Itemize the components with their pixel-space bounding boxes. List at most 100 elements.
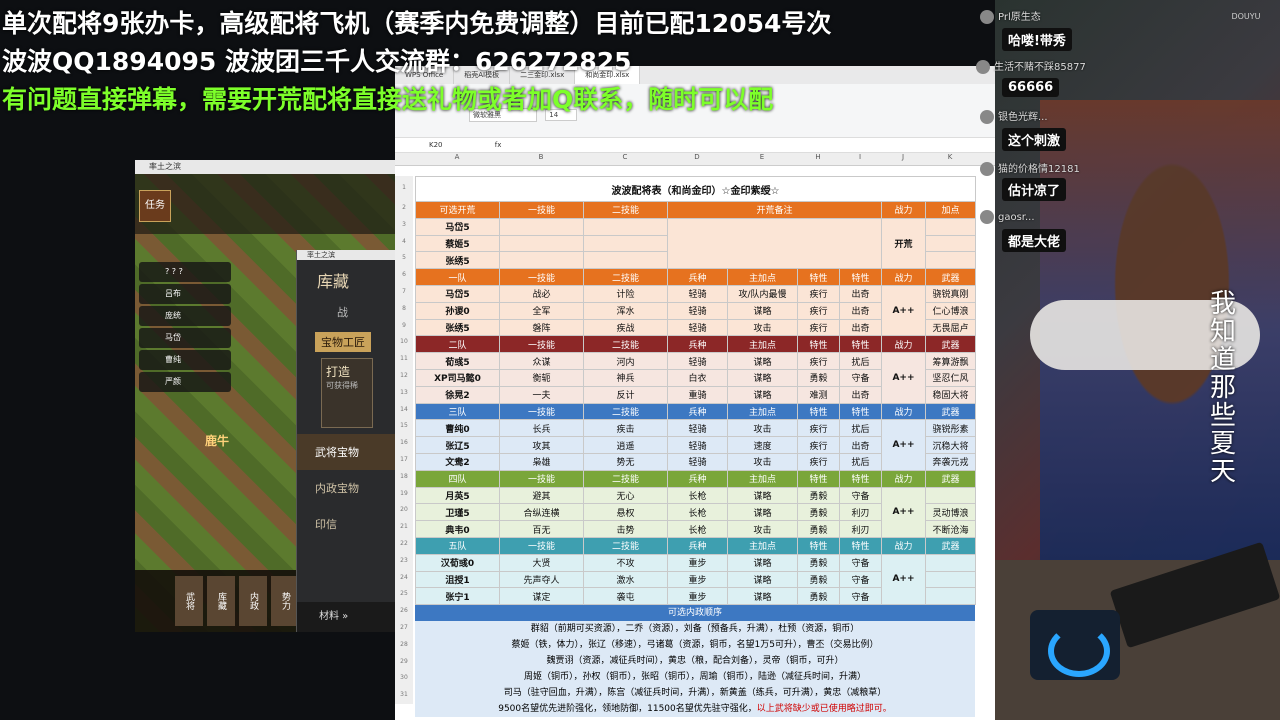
table-row[interactable]: 曹纯0 长兵 疾击 轻骑 攻击 疾行 扰后 A++ 骁锐彤素: [415, 419, 976, 471]
forge-box[interactable]: 打造 可获得稀: [321, 358, 373, 428]
table-cell[interactable]: 疾行: [797, 436, 840, 454]
table-cell[interactable]: 一夫: [499, 385, 584, 404]
table-cell[interactable]: 利刃: [839, 520, 882, 538]
header-cell[interactable]: 特性: [797, 536, 840, 555]
table-cell[interactable]: 疾行: [797, 301, 840, 320]
row-number[interactable]: 31: [395, 687, 413, 704]
header-cell[interactable]: 主加点: [727, 402, 798, 421]
col-letter[interactable]: H: [797, 153, 839, 165]
header-cell[interactable]: 特性: [839, 469, 882, 488]
table-cell[interactable]: 速度: [727, 436, 798, 454]
header-cell[interactable]: 二技能: [583, 335, 668, 354]
table-cell[interactable]: 张辽5: [415, 436, 500, 454]
table-cell[interactable]: 仁心博浪: [925, 301, 976, 320]
row-number[interactable]: 21: [395, 519, 413, 536]
table-cell[interactable]: 战必: [499, 284, 584, 303]
table-cell[interactable]: 荀彧5: [415, 352, 500, 370]
table-cell[interactable]: 勇毅: [797, 570, 840, 589]
row-number[interactable]: 30: [395, 670, 413, 688]
row-number[interactable]: 17: [395, 452, 413, 469]
table-cell[interactable]: 出奇: [839, 318, 882, 337]
table-cell[interactable]: 出奇: [839, 284, 882, 303]
row-number[interactable]: 7: [395, 284, 413, 301]
header-cell[interactable]: 一技能: [499, 469, 584, 488]
row-number[interactable]: 5: [395, 250, 413, 268]
col-letter[interactable]: D: [667, 153, 727, 165]
bottom-power-button[interactable]: 势力: [271, 576, 299, 626]
header-cell[interactable]: 主加点: [727, 469, 798, 488]
formula-bar[interactable]: K20 fx: [395, 138, 997, 153]
table-cell[interactable]: 谋略: [727, 352, 798, 370]
table-cell[interactable]: 长兵: [499, 419, 584, 438]
row-number[interactable]: 3: [395, 216, 413, 234]
header-cell[interactable]: 战力: [881, 268, 926, 286]
table-cell[interactable]: 谋略: [727, 553, 798, 572]
col-letter[interactable]: A: [415, 153, 499, 165]
power-cell[interactable]: A++: [881, 486, 926, 538]
table-cell[interactable]: 神兵: [583, 368, 668, 387]
table-cell[interactable]: 奔袭元戎: [925, 452, 976, 471]
table-cell[interactable]: 势无: [583, 452, 668, 471]
order-line[interactable]: 魏贾诩（资源，减征兵时间），黄忠（粮，配合刘备），灵帝（铜币，可升）: [415, 653, 975, 669]
table-cell[interactable]: 骁锐真刚: [925, 284, 976, 303]
sheet-title[interactable]: 波波配将表（和尚金印）☆金印紫绶☆: [415, 176, 976, 202]
table-cell[interactable]: 谋略: [727, 570, 798, 589]
header-cell[interactable]: 战力: [881, 536, 926, 555]
table-cell[interactable]: 攻击: [727, 452, 798, 471]
col-letter[interactable]: K: [925, 153, 975, 165]
table-cell[interactable]: 张宁1: [415, 587, 500, 606]
sidebar-item[interactable]: 曹纯: [139, 350, 231, 370]
header-cell[interactable]: 一技能: [499, 402, 584, 421]
row-number[interactable]: 27: [395, 620, 413, 637]
table-cell[interactable]: 疾行: [797, 318, 840, 337]
team-header-name[interactable]: 三队: [415, 402, 500, 421]
row-number[interactable]: 6: [395, 267, 413, 284]
table-cell[interactable]: 全军: [499, 301, 584, 320]
row-number[interactable]: 26: [395, 603, 413, 620]
table-cell[interactable]: 月英5: [415, 486, 500, 505]
row-number[interactable]: 12: [395, 368, 413, 385]
table-cell[interactable]: 激水: [583, 570, 668, 589]
table-cell[interactable]: 守备: [839, 553, 882, 572]
power-cell[interactable]: A++: [881, 553, 926, 606]
header-cell[interactable]: 一技能: [499, 536, 584, 555]
order-line[interactable]: 群貂（前期可买资源），二乔（资源），刘备（预备兵，升满），杜预（资源，铜币）: [415, 621, 975, 637]
table-cell[interactable]: 长枪: [667, 520, 728, 538]
task-button[interactable]: 任务: [139, 190, 171, 222]
menu-politics-treasure[interactable]: 内政宝物: [297, 470, 397, 506]
header-cell[interactable]: 战力: [881, 335, 926, 354]
table-cell[interactable]: 守备: [839, 486, 882, 505]
table-cell[interactable]: 轻骑: [667, 318, 728, 337]
header-cell[interactable]: 主加点: [727, 536, 798, 555]
table-cell[interactable]: 疾行: [797, 284, 840, 303]
table-cell[interactable]: 长枪: [667, 486, 728, 505]
table-cell[interactable]: 疾行: [797, 452, 840, 471]
row-number[interactable]: 22: [395, 536, 413, 553]
table-cell[interactable]: 蔡姬5: [415, 234, 500, 253]
header-cell[interactable]: 二技能: [583, 402, 668, 421]
table-cell[interactable]: 张绣5: [415, 318, 500, 337]
table-cell[interactable]: 守备: [839, 570, 882, 589]
table-cell[interactable]: 攻其: [499, 436, 584, 454]
table-cell[interactable]: 马岱5: [415, 284, 500, 303]
header-cell[interactable]: 武器: [925, 335, 976, 354]
header-cell[interactable]: 开荒备注: [667, 201, 882, 219]
row-number[interactable]: 29: [395, 653, 413, 671]
bottom-politics-button[interactable]: 内政: [239, 576, 267, 626]
table-cell[interactable]: XP司马懿0: [415, 368, 500, 387]
table-cell[interactable]: 谋定: [499, 587, 584, 606]
fx-icon[interactable]: fx: [495, 141, 502, 149]
table-cell[interactable]: 出奇: [839, 385, 882, 404]
wps-spreadsheet-window[interactable]: WPS Office 稻壳AI模板 二三金印.xlsx 和尚金印.xlsx 微软…: [395, 66, 997, 720]
table-cell[interactable]: 河内: [583, 352, 668, 370]
table-cell[interactable]: [925, 587, 976, 606]
table-cell[interactable]: 合纵连横: [499, 503, 584, 522]
row-number[interactable]: 28: [395, 636, 413, 654]
table-cell[interactable]: 利刃: [839, 503, 882, 522]
table-cell[interactable]: 轻骑: [667, 284, 728, 303]
table-cell[interactable]: 不攻: [583, 553, 668, 572]
table-cell[interactable]: 白衣: [667, 368, 728, 387]
table-cell[interactable]: 攻/队内最慢: [727, 284, 798, 303]
team-header-name[interactable]: 四队: [415, 469, 500, 488]
table-cell[interactable]: 谋略: [727, 301, 798, 320]
